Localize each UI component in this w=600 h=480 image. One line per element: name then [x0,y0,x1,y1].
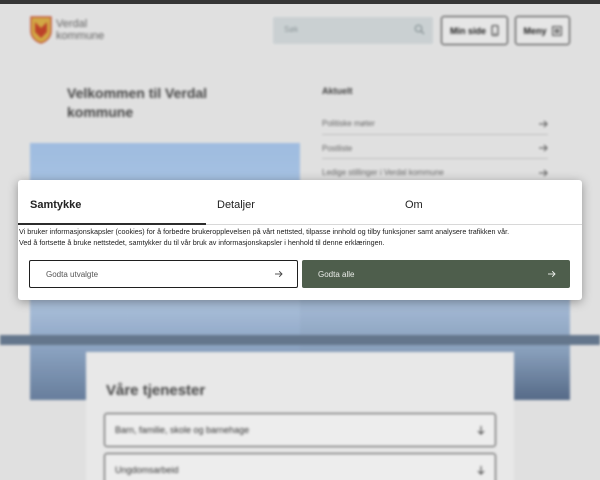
arrow-right-icon [548,270,556,278]
consent-text-line2: Ved å fortsette å bruke nettstedet, samt… [19,238,385,247]
accept-selected-label: Godta utvalgte [46,269,99,279]
tab-samtykke[interactable]: Samtykke [30,199,81,211]
accept-all-button[interactable]: Godta alle [302,260,570,288]
tab-detaljer[interactable]: Detaljer [217,199,255,211]
cookie-consent-dialog: Samtykke Detaljer Om Vi bruker informasj… [18,180,582,300]
consent-text: Vi bruker informasjonskapsler (cookies) … [19,226,581,248]
active-tab-indicator [18,223,206,225]
consent-text-line1: Vi bruker informasjonskapsler (cookies) … [19,227,510,236]
tab-om[interactable]: Om [405,199,423,211]
arrow-right-icon [275,270,283,278]
accept-selected-button[interactable]: Godta utvalgte [29,260,298,288]
accept-all-label: Godta alle [318,269,355,279]
consent-tabs: Samtykke Detaljer Om [18,180,582,225]
